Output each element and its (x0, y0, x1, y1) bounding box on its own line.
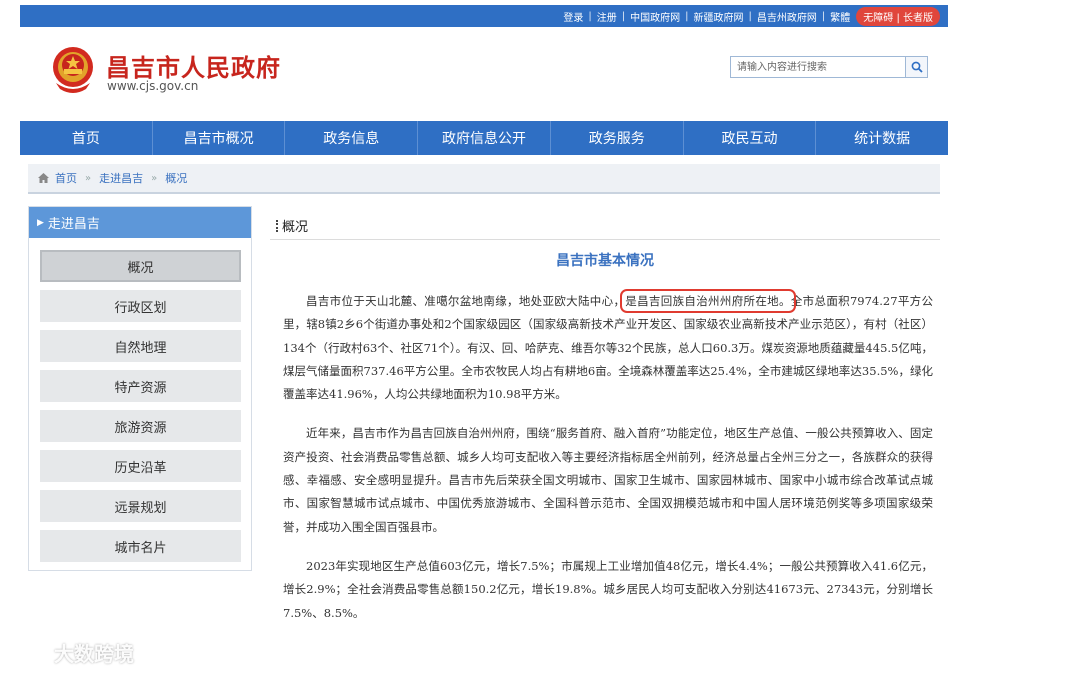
nav-government-services[interactable]: 政务服务 (551, 121, 684, 155)
breadcrumb-separator: » (151, 172, 158, 184)
article-title: 昌吉市基本情况 (556, 253, 654, 269)
article-paragraph: 2023年实现地区生产总值603亿元，增长7.5%；市属规上工业增加值48亿元，… (283, 558, 933, 620)
watermark-text: 大数跨境 (54, 642, 134, 666)
search-input[interactable] (731, 57, 905, 77)
sidebar-header: ▶ 走进昌吉 (29, 207, 251, 238)
site-title[interactable]: 昌吉市人民政府 (106, 48, 281, 83)
site-url: www.cjs.gov.cn (107, 79, 199, 93)
article-paragraph: 昌吉市位于天山北麓、准噶尔盆地南缘，地处亚欧大陆中心，是昌吉回族自治州州府所在地… (283, 289, 934, 406)
separator: | (588, 10, 592, 22)
paragraph-text: 全市总面积7974.27平方公里，辖8镇2乡6个街道办事处和2个国家级园区（国家… (283, 294, 934, 402)
caret-right-icon: ▶ (37, 217, 44, 228)
highlighted-text: 是昌吉回族自治州州府所在地。 (620, 289, 796, 313)
search-icon (911, 61, 923, 73)
breadcrumb: 首页 » 走进昌吉 » 概况 (28, 164, 940, 194)
home-icon (38, 173, 49, 183)
paragraph-text: 昌吉市位于天山北麓、准噶尔盆地南缘，地处亚欧大陆中心， (306, 294, 626, 308)
nav-statistics[interactable]: 统计数据 (816, 121, 948, 155)
breadcrumb-visit-changji[interactable]: 走进昌吉 (99, 170, 143, 186)
nav-home[interactable]: 首页 (20, 121, 153, 155)
watermark: 大数跨境 (8, 638, 134, 667)
section-header: 概况 (270, 212, 940, 240)
register-link[interactable]: 注册 (597, 9, 617, 24)
main-nav: 首页 昌吉市概况 政务信息 政府信息公开 政务服务 政民互动 统计数据 (20, 121, 948, 155)
china-gov-link[interactable]: 中国政府网 (630, 9, 680, 24)
login-link[interactable]: 登录 (563, 9, 583, 24)
separator: | (821, 10, 826, 22)
nav-city-overview[interactable]: 昌吉市概况 (153, 121, 286, 155)
nav-information-disclosure[interactable]: 政府信息公开 (418, 121, 551, 155)
breadcrumb-home[interactable]: 首页 (55, 170, 77, 186)
top-bar: 登录 | 注册 | 中国政府网 | 新疆政府网 | 昌吉州政府网 | 繁體 无障… (20, 5, 948, 27)
sidebar-item-administrative-divisions[interactable]: 行政区划 (40, 290, 241, 322)
article-body: 昌吉市位于天山北麓、准噶尔盆地南缘，地处亚欧大陆中心，是昌吉回族自治州州府所在地… (283, 289, 934, 641)
search-button[interactable] (905, 57, 927, 77)
xinjiang-gov-link[interactable]: 新疆政府网 (694, 9, 744, 24)
separator: | (748, 10, 752, 22)
sidebar-item-long-term-plan[interactable]: 远景规划 (40, 490, 241, 522)
sidebar-item-overview[interactable]: 概况 (40, 250, 241, 282)
national-emblem-icon (50, 45, 96, 95)
nav-government-news[interactable]: 政务信息 (285, 121, 419, 155)
nav-public-interaction[interactable]: 政民互动 (684, 121, 817, 155)
watermark-logo-icon (10, 643, 47, 663)
section-marker-icon (276, 219, 279, 232)
accessibility-button[interactable]: 无障碍 | 长者版 (856, 6, 940, 26)
traditional-chinese-link[interactable]: 繁體 (830, 9, 850, 24)
sidebar-item-specialty-resources[interactable]: 特产资源 (40, 370, 241, 402)
sidebar-title: 走进昌吉 (47, 217, 100, 232)
sidebar-item-natural-geography[interactable]: 自然地理 (40, 330, 241, 362)
search-box (730, 56, 928, 78)
sidebar: ▶ 走进昌吉 概况 行政区划 自然地理 特产资源 旅游资源 历史沿革 远景规划 … (28, 206, 252, 571)
sidebar-item-city-card[interactable]: 城市名片 (40, 530, 241, 562)
breadcrumb-overview[interactable]: 概况 (165, 170, 187, 186)
sidebar-item-history[interactable]: 历史沿革 (40, 450, 241, 482)
separator: | (685, 10, 689, 22)
changji-prefecture-link[interactable]: 昌吉州政府网 (757, 9, 817, 24)
breadcrumb-separator: » (85, 172, 92, 184)
article-paragraph: 近年来，昌吉市作为昌吉回族自治州州府，围绕“服务首府、融入首府”功能定位，地区生… (283, 426, 933, 534)
sidebar-item-tourism-resources[interactable]: 旅游资源 (40, 410, 241, 442)
section-title: 概况 (282, 220, 309, 235)
separator: | (621, 10, 626, 22)
top-links: 登录 | 注册 | 中国政府网 | 新疆政府网 | 昌吉州政府网 | 繁體 无障… (563, 5, 940, 27)
